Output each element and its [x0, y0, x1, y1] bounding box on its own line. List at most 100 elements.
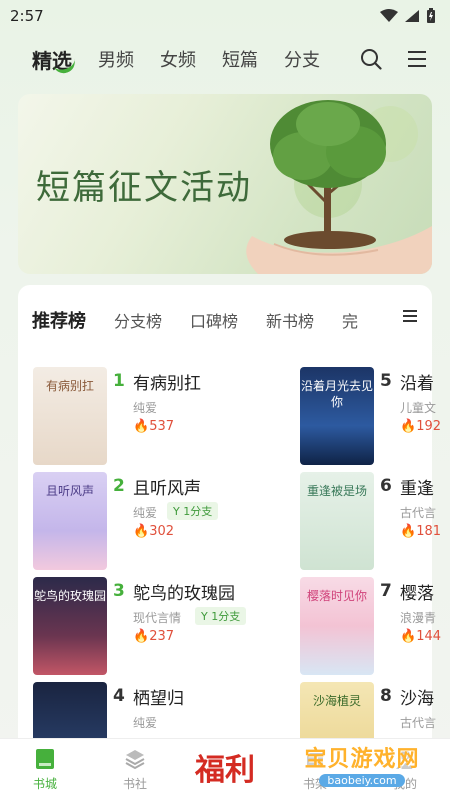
bottom-nav-label: 书社 — [122, 777, 147, 791]
book-title: 有病别扛 — [133, 374, 201, 394]
book-cover-text: 有病别扛 — [45, 379, 94, 393]
book-cover: 鸵鸟的玫瑰园 — [33, 577, 107, 675]
rank-menu-icon[interactable] — [402, 309, 418, 323]
book-title: 沙海 — [400, 689, 434, 709]
rank-number: 2 — [113, 476, 125, 496]
book-cover: 且听风声 — [33, 472, 107, 570]
signal-icon — [405, 10, 419, 22]
book-item[interactable]: 重逢被是场 6 重逢 古代言 🔥181 — [300, 472, 450, 576]
rank-number: 4 — [113, 686, 125, 706]
book-cover: 樱落时见你 — [300, 577, 374, 675]
book-item[interactable]: 鸵鸟的玫瑰园 3 鸵鸟的玫瑰园 现代言情 Y 1分支 🔥237 — [33, 577, 247, 681]
book-item[interactable]: 樱落时见你 7 樱落 浪漫青 🔥144 — [300, 577, 450, 681]
book-icon — [36, 749, 54, 769]
rank-number: 8 — [380, 686, 392, 706]
book-cover-text: 沙海植灵 — [312, 694, 361, 708]
book-item[interactable]: 且听风声 2 且听风声 纯爱 Y 1分支 🔥302 — [33, 472, 233, 576]
wifi-icon — [380, 9, 398, 22]
rank-tab-complete[interactable]: 完 — [342, 308, 358, 332]
book-cover-text: 沿着月光去见你 — [300, 379, 373, 409]
book-title: 重逢 — [400, 479, 434, 499]
book-cover: 重逢被是场 — [300, 472, 374, 570]
hot-count-value: 181 — [416, 524, 442, 539]
ranking-card: 推荐榜 分支榜 口碑榜 新书榜 完 有病别扛 1 有病别扛 纯爱 🔥537 且听… — [18, 285, 441, 780]
rank-tab-new[interactable]: 新书榜 — [266, 308, 314, 332]
stack-icon — [125, 750, 145, 770]
tab-female[interactable]: 女频 — [160, 46, 196, 72]
book-genre: 古代言 — [400, 716, 437, 730]
tab-male[interactable]: 男频 — [98, 46, 134, 72]
welfare-logo: 福利 — [195, 753, 255, 788]
fire-icon: 🔥 — [133, 524, 150, 539]
branch-tag: Y 1分支 — [195, 607, 247, 625]
hot-count-value: 237 — [149, 629, 175, 644]
tab-featured[interactable]: 精选 — [32, 45, 72, 74]
hot-count: 🔥192 — [400, 419, 441, 434]
book-genre: 现代言情 — [133, 611, 182, 625]
book-genre: 古代言 — [400, 506, 437, 520]
menu-icon[interactable] — [406, 49, 428, 69]
book-cover-text: 樱落时见你 — [306, 589, 367, 603]
branch-tag: Y 1分支 — [167, 502, 219, 520]
rank-number: 3 — [113, 581, 125, 601]
watermark-text: 宝贝游戏网 — [304, 747, 420, 772]
rank-tab-branch[interactable]: 分支榜 — [114, 308, 162, 332]
fire-icon: 🔥 — [400, 629, 417, 644]
book-cover: 有病别扛 — [33, 367, 107, 465]
status-time: 2:57 — [10, 7, 44, 25]
book-genre: 纯爱 — [133, 506, 158, 520]
nav-icons — [360, 48, 428, 70]
hot-count: 🔥181 — [400, 524, 441, 539]
hot-count: 🔥302 — [133, 524, 174, 539]
rank-tab-recommend[interactable]: 推荐榜 — [32, 307, 86, 333]
top-nav: 精选 男频 女频 短篇 分支 — [0, 38, 450, 80]
bottom-nav-label: 书城 — [32, 777, 57, 791]
book-cover: 沿着月光去见你 — [300, 367, 374, 465]
branch-tag-label: 1分支 — [183, 505, 213, 518]
tab-short[interactable]: 短篇 — [222, 46, 258, 72]
rank-number: 5 — [380, 371, 392, 391]
bottom-nav-bookstore[interactable]: 书城 — [10, 747, 80, 792]
bottom-nav-community[interactable]: 书社 — [100, 747, 170, 792]
book-cover-text: 鸵鸟的玫瑰园 — [33, 589, 106, 603]
tab-branch[interactable]: 分支 — [284, 46, 320, 72]
book-genre: 纯爱 — [133, 716, 158, 730]
status-icons — [380, 8, 436, 24]
fire-icon: 🔥 — [133, 629, 150, 644]
search-icon[interactable] — [360, 48, 382, 70]
hot-count-value: 302 — [149, 524, 175, 539]
hot-count: 🔥537 — [133, 419, 174, 434]
hot-count-value: 192 — [416, 419, 442, 434]
book-cover-text: 且听风声 — [45, 484, 94, 498]
book-title: 栖望归 — [133, 689, 184, 709]
rank-number: 7 — [380, 581, 392, 601]
hot-count: 🔥144 — [400, 629, 441, 644]
sprout-icon: Y — [173, 505, 184, 518]
status-bar: 2:57 — [0, 0, 450, 32]
book-title: 且听风声 — [133, 479, 201, 499]
book-genre: 纯爱 — [133, 401, 158, 415]
fire-icon: 🔥 — [400, 524, 417, 539]
book-genre: 浪漫青 — [400, 611, 437, 625]
hot-count-value: 537 — [149, 419, 175, 434]
sprout-icon: Y — [201, 610, 212, 623]
book-title: 沿着 — [400, 374, 434, 394]
rank-tab-reputation[interactable]: 口碑榜 — [190, 308, 238, 332]
battery-icon — [427, 8, 435, 23]
fire-icon: 🔥 — [400, 419, 417, 434]
book-cover-text: 重逢被是场 — [306, 484, 367, 498]
rank-number: 6 — [380, 476, 392, 496]
watermark-url: baobeiy.com — [319, 774, 405, 787]
bottom-nav-welfare[interactable]: 福利 — [190, 747, 260, 789]
book-title: 樱落 — [400, 584, 434, 604]
book-genre: 儿童文 — [400, 401, 437, 415]
promo-banner[interactable]: 短篇征文活动 — [18, 94, 432, 274]
hot-count-value: 144 — [416, 629, 442, 644]
book-title: 鸵鸟的玫瑰园 — [133, 584, 235, 604]
ranking-tabs: 推荐榜 分支榜 口碑榜 新书榜 完 — [32, 307, 422, 333]
book-item[interactable]: 有病别扛 1 有病别扛 纯爱 🔥537 — [33, 367, 233, 471]
banner-title: 短篇征文活动 — [36, 168, 252, 208]
book-item[interactable]: 沿着月光去见你 5 沿着 儿童文 🔥192 — [300, 367, 450, 471]
site-watermark: 宝贝游戏网 baobeiy.com — [276, 734, 448, 794]
rank-number: 1 — [113, 371, 125, 391]
